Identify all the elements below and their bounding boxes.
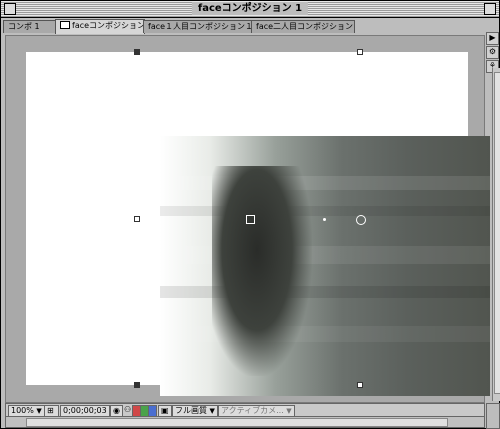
close-box-icon[interactable]	[4, 3, 16, 15]
streak	[160, 286, 490, 298]
comp-icon	[60, 21, 70, 29]
streak	[160, 326, 490, 342]
zoom-box-icon[interactable]	[484, 3, 496, 15]
layer-handle[interactable]	[357, 49, 363, 55]
tab-face-second[interactable]: face二人目コンポジション１	[251, 20, 355, 33]
target-icon[interactable]	[356, 215, 366, 225]
composition-window: faceコンポジション 1 コンポ 1 faceコンポジション 1 face１人…	[0, 0, 500, 429]
title-bar[interactable]: faceコンポジション 1	[1, 1, 499, 18]
comp-tabs: コンポ 1 faceコンポジション 1 face１人目コンポジション１ face…	[3, 19, 485, 34]
streak	[160, 246, 490, 264]
horizontal-scrollbar[interactable]	[5, 416, 485, 428]
tab-comp-1[interactable]: コンポ 1	[3, 20, 57, 33]
show-snapshot-icon[interactable]: ⚇	[124, 405, 131, 415]
tab-face-first[interactable]: face１人目コンポジション１	[143, 20, 253, 33]
resize-corner-icon[interactable]	[486, 403, 500, 429]
face-silhouette	[212, 166, 312, 376]
layer-handle[interactable]	[134, 382, 140, 388]
layer-handle[interactable]	[134, 49, 140, 55]
streak	[160, 176, 490, 190]
tab-face-comp[interactable]: faceコンポジション 1	[55, 19, 145, 34]
scroll-thumb[interactable]	[26, 418, 448, 427]
status-bar: 100% ▼ ⊞ 0;00;00;03 ◉ ⚇ ▣ フル画質 ▼ アクティブカメ…	[5, 403, 485, 417]
settings-icon[interactable]: ⚙	[486, 46, 499, 59]
footage-layer[interactable]	[160, 136, 490, 396]
anchor-point-icon[interactable]	[246, 215, 255, 224]
window-title: faceコンポジション 1	[191, 2, 309, 15]
layer-handle[interactable]	[357, 382, 363, 388]
streak	[160, 206, 490, 216]
layer-handle[interactable]	[134, 216, 140, 222]
panel-arrow-icon[interactable]: ▶	[486, 32, 499, 45]
position-dot[interactable]	[323, 218, 326, 221]
composition-canvas[interactable]	[26, 49, 500, 401]
composition-viewport[interactable]	[5, 35, 500, 403]
vertical-scrollbar[interactable]	[492, 68, 500, 401]
scroll-thumb[interactable]	[494, 72, 500, 394]
